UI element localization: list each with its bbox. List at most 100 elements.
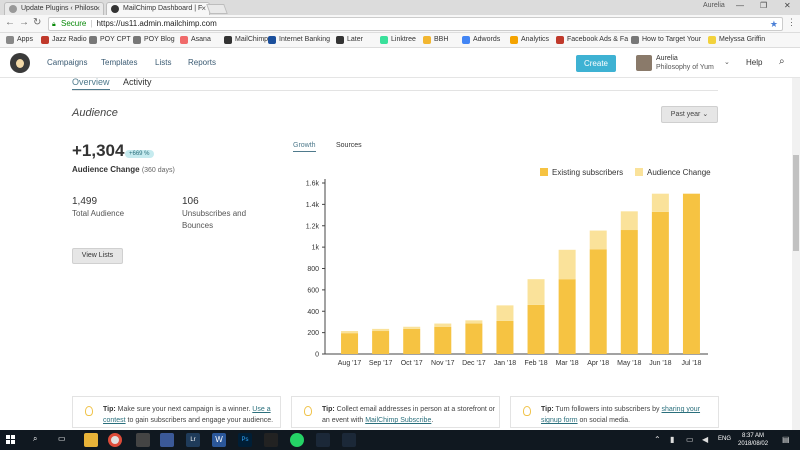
word-icon[interactable]: W — [212, 433, 226, 447]
search-icon[interactable]: ⌕ — [779, 56, 785, 67]
section-title: Audience — [72, 107, 118, 119]
bookmark-jazz-radio[interactable]: Jazz Radio — [41, 35, 87, 45]
task-view-icon[interactable]: ▭ — [58, 434, 66, 443]
bookmark-label: Melyssa Griffin — [719, 36, 766, 43]
taskbar-app-icon[interactable] — [342, 433, 356, 447]
lightroom-icon[interactable]: Lr — [186, 433, 200, 447]
bookmark-internet-banking[interactable]: Internet Banking — [268, 35, 330, 45]
bookmark-linktree[interactable]: Linktree — [380, 35, 416, 45]
help-link[interactable]: Help — [746, 58, 762, 67]
nav-reports[interactable]: Reports — [188, 58, 216, 67]
photoshop-icon[interactable]: Ps — [238, 433, 252, 447]
close-tab-icon[interactable]: × — [95, 3, 100, 15]
network-icon[interactable]: ▮ — [670, 435, 674, 444]
bookmark-how-to-target-your[interactable]: How to Target Your — [631, 35, 701, 45]
windows-start-icon[interactable] — [6, 435, 16, 445]
chrome-icon[interactable] — [108, 433, 122, 447]
bar-existing-subscribers — [558, 279, 576, 354]
tip-text-end: on social media. — [579, 417, 631, 424]
tab-overview[interactable]: Overview — [72, 77, 110, 91]
bookmark-favicon-icon — [708, 36, 716, 44]
tip-prefix: Tip: — [322, 406, 335, 413]
taskbar-app-icon[interactable] — [160, 433, 174, 447]
menu-dots-icon[interactable]: ⋮ — [787, 17, 796, 28]
tab-sources[interactable]: Sources — [336, 142, 362, 149]
audience-change-title: Audience Change — [72, 165, 140, 174]
language-indicator[interactable]: ENG — [718, 436, 731, 442]
bookmark-favicon-icon — [510, 36, 518, 44]
x-tick-label: Jul '18 — [681, 360, 701, 367]
browser-user-badge[interactable]: Aurelia — [703, 2, 725, 9]
whatsapp-icon[interactable] — [290, 433, 304, 447]
url-text: https://us11.admin.mailchimp.com — [96, 19, 217, 28]
maximize-icon[interactable]: ❐ — [760, 1, 767, 10]
create-button[interactable]: Create — [576, 55, 616, 72]
audience-change-value: +1,304 — [72, 141, 125, 160]
bookmark-facebook-ads-fa[interactable]: Facebook Ads & Fa — [556, 35, 628, 45]
file-explorer-icon[interactable] — [84, 433, 98, 447]
mailchimp-icon — [111, 5, 119, 13]
y-tick-label: 1.6k — [306, 181, 320, 188]
account-name[interactable]: Aurelia — [656, 55, 678, 62]
avatar[interactable] — [636, 55, 652, 71]
bookmark-star-icon[interactable]: ★ — [770, 18, 778, 30]
battery-icon[interactable]: ▭ — [686, 435, 694, 444]
clock[interactable]: 8:37 AM 2018/08/02 — [738, 432, 768, 448]
growth-chart: 0 200 400 600 800 1k 1.2k 1.4k 1.6k Aug '17 Sep '1… — [306, 168, 711, 367]
tip-link-subscribe[interactable]: MailChimp Subscribe — [365, 417, 431, 424]
bookmark-favicon-icon — [380, 36, 388, 44]
taskbar-app-icon[interactable] — [136, 433, 150, 447]
tab-label: Update Plugins ‹ Philoso — [21, 5, 98, 12]
x-tick-label: Jan '18 — [494, 360, 516, 367]
forward-icon[interactable]: → — [19, 17, 29, 28]
bookmark-apps[interactable]: Apps — [6, 35, 33, 45]
nav-campaigns[interactable]: Campaigns — [47, 58, 87, 67]
tab-growth[interactable]: Growth — [293, 142, 316, 152]
bar-audience-change — [403, 326, 421, 329]
browser-tab-update-plugins[interactable]: Update Plugins ‹ Philoso × — [4, 2, 104, 15]
bookmark-poy-blog[interactable]: POY Blog — [133, 35, 175, 45]
bookmark-mailchimp[interactable]: MailChimp — [224, 35, 268, 45]
bar-existing-subscribers — [465, 323, 483, 354]
reload-icon[interactable]: ↻ — [33, 17, 41, 28]
chevron-down-icon[interactable]: ⌄ — [724, 58, 730, 66]
browser-tab-mailchimp[interactable]: MailChimp Dashboard | F × — [106, 2, 210, 15]
mailchimp-logo[interactable] — [10, 53, 30, 73]
back-icon[interactable]: ← — [5, 17, 15, 28]
bar-existing-subscribers — [434, 326, 452, 354]
view-lists-button[interactable]: View Lists — [72, 248, 123, 264]
bar-audience-change — [527, 279, 545, 305]
scrollbar-thumb[interactable] — [793, 155, 799, 251]
account-org[interactable]: Philosophy of Yum — [656, 64, 714, 71]
nav-lists[interactable]: Lists — [155, 58, 171, 67]
bookmark-poy-cpt[interactable]: POY CPT — [89, 35, 131, 45]
close-tab-icon[interactable]: × — [201, 3, 206, 15]
unsubscribes-value: 106 — [182, 196, 199, 207]
search-icon[interactable]: ⌕ — [33, 434, 37, 444]
steam-icon[interactable] — [316, 433, 330, 447]
notifications-icon[interactable]: ▤ — [782, 435, 790, 444]
x-tick-label: Jun '18 — [649, 360, 671, 367]
up-chevron-icon[interactable]: ⌃ — [654, 435, 661, 444]
bookmark-asana[interactable]: Asana — [180, 35, 211, 45]
bookmark-melyssa-griffin[interactable]: Melyssa Griffin — [708, 35, 765, 45]
tab-activity[interactable]: Activity — [123, 77, 152, 87]
tip-card-contest: Tip: Make sure your next campaign is a w… — [72, 396, 281, 428]
bar-audience-change — [372, 328, 390, 332]
close-window-icon[interactable]: ✕ — [784, 1, 791, 10]
minimize-icon[interactable]: — — [736, 1, 744, 10]
bookmark-analytics[interactable]: Analytics — [510, 35, 549, 45]
x-tick-label: Mar '18 — [556, 360, 579, 367]
bookmark-adwords[interactable]: Adwords — [462, 35, 500, 45]
taskbar-app-icon[interactable] — [264, 433, 278, 447]
bar-audience-change — [620, 211, 638, 231]
nav-templates[interactable]: Templates — [101, 58, 137, 67]
page-scrollbar[interactable] — [792, 78, 800, 430]
date-range-dropdown[interactable]: Past year ⌄ — [661, 106, 718, 123]
bookmark-label: Asana — [191, 36, 211, 43]
new-tab-button[interactable] — [206, 4, 228, 14]
bookmark-later[interactable]: Later — [336, 35, 363, 45]
url-input[interactable]: 🔒︎ Secure | https://us11.admin.mailchimp.c… — [48, 17, 783, 31]
bookmark-bbh[interactable]: BBH — [423, 35, 448, 45]
volume-icon[interactable]: ◀ — [702, 435, 708, 444]
